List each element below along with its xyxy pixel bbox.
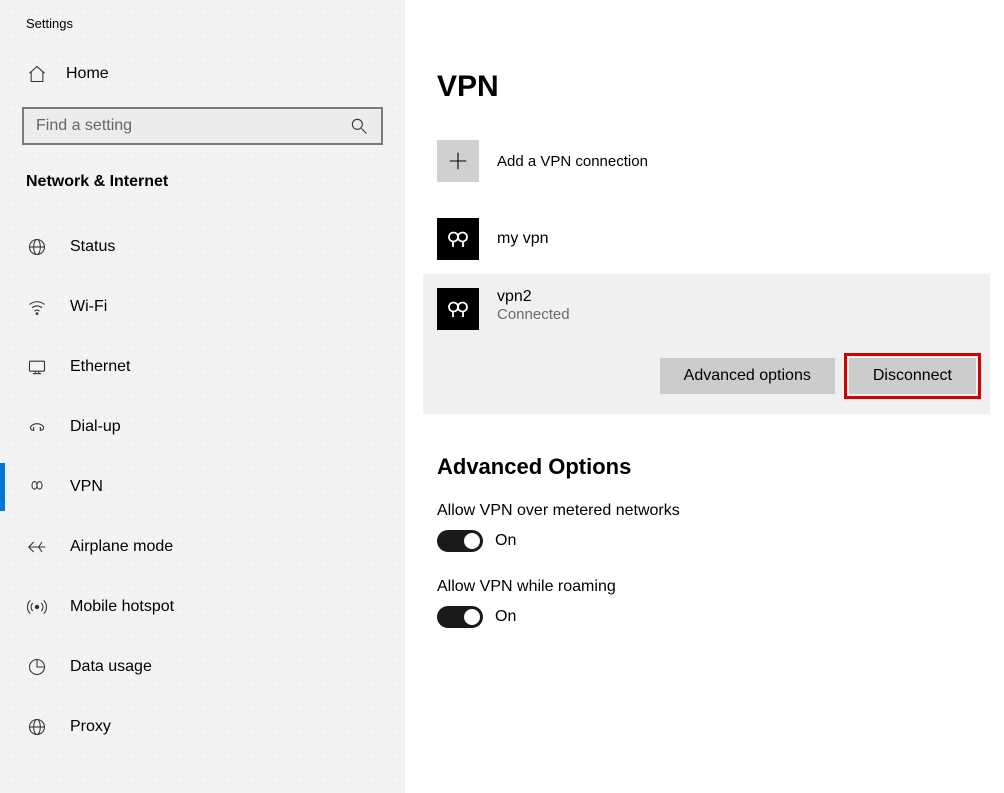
nav-label: Mobile hotspot [70, 598, 174, 616]
datausage-icon [26, 656, 48, 678]
vpn-tile-icon [437, 288, 479, 330]
proxy-globe-icon [26, 716, 48, 738]
home-label: Home [66, 65, 109, 83]
nav-label: Airplane mode [70, 538, 173, 556]
nav-label: VPN [70, 478, 103, 496]
toggle-roaming[interactable] [437, 606, 483, 628]
nav-label: Dial-up [70, 418, 121, 436]
main-content: VPN Add a VPN connection my vpn vpn2 Con… [405, 0, 1004, 793]
toggle-metered-label: Allow VPN over metered networks [437, 502, 990, 520]
toggle-roaming-state: On [495, 608, 516, 626]
category-title: Network & Internet [0, 163, 405, 205]
vpn-tile-icon [437, 218, 479, 260]
window-title: Settings [0, 10, 405, 55]
advanced-options-heading: Advanced Options [423, 454, 990, 480]
plus-icon [437, 140, 479, 182]
toggle-roaming-group: Allow VPN while roaming On [423, 578, 990, 628]
vpn-connection-name: my vpn [497, 230, 549, 248]
search-input[interactable] [36, 117, 348, 135]
nav-label: Proxy [70, 718, 111, 736]
nav-label: Data usage [70, 658, 152, 676]
airplane-icon [26, 536, 48, 558]
advanced-options-button[interactable]: Advanced options [660, 358, 835, 394]
nav-label: Status [70, 238, 115, 256]
nav-item-status[interactable]: Status [0, 217, 405, 277]
nav-label: Wi-Fi [70, 298, 107, 316]
nav-item-ethernet[interactable]: Ethernet [0, 337, 405, 397]
nav-item-dialup[interactable]: Dial-up [0, 397, 405, 457]
disconnect-button[interactable]: Disconnect [849, 358, 976, 394]
toggle-metered-group: Allow VPN over metered networks On [423, 502, 990, 552]
sidebar: Settings Home Network & Internet Status [0, 0, 405, 793]
vpn-icon [26, 476, 48, 498]
vpn-connection-selected[interactable]: vpn2 Connected Advanced options Disconne… [423, 274, 990, 414]
globe-icon [26, 236, 48, 258]
nav-item-vpn[interactable]: VPN [0, 457, 405, 517]
page-title: VPN [423, 70, 990, 104]
add-vpn-connection[interactable]: Add a VPN connection [423, 134, 990, 188]
add-vpn-label: Add a VPN connection [497, 153, 648, 170]
vpn-selected-status: Connected [497, 306, 570, 323]
vpn-selected-name: vpn2 [497, 288, 570, 306]
wifi-icon [26, 296, 48, 318]
nav-label: Ethernet [70, 358, 130, 376]
nav-item-datausage[interactable]: Data usage [0, 637, 405, 697]
toggle-roaming-label: Allow VPN while roaming [437, 578, 990, 596]
search-box[interactable] [22, 107, 383, 145]
toggle-metered-state: On [495, 532, 516, 550]
vpn-connection-item[interactable]: my vpn [423, 208, 990, 270]
nav-item-hotspot[interactable]: Mobile hotspot [0, 577, 405, 637]
nav-item-wifi[interactable]: Wi-Fi [0, 277, 405, 337]
hotspot-icon [26, 596, 48, 618]
nav-home[interactable]: Home [0, 55, 405, 93]
nav-item-airplane[interactable]: Airplane mode [0, 517, 405, 577]
dialup-icon [26, 416, 48, 438]
nav-list: Status Wi-Fi Ethernet Dial-up [0, 217, 405, 757]
nav-item-proxy[interactable]: Proxy [0, 697, 405, 757]
toggle-metered[interactable] [437, 530, 483, 552]
search-box-wrap [22, 107, 383, 145]
ethernet-icon [26, 356, 48, 378]
search-icon [348, 115, 369, 137]
home-icon [26, 63, 48, 85]
